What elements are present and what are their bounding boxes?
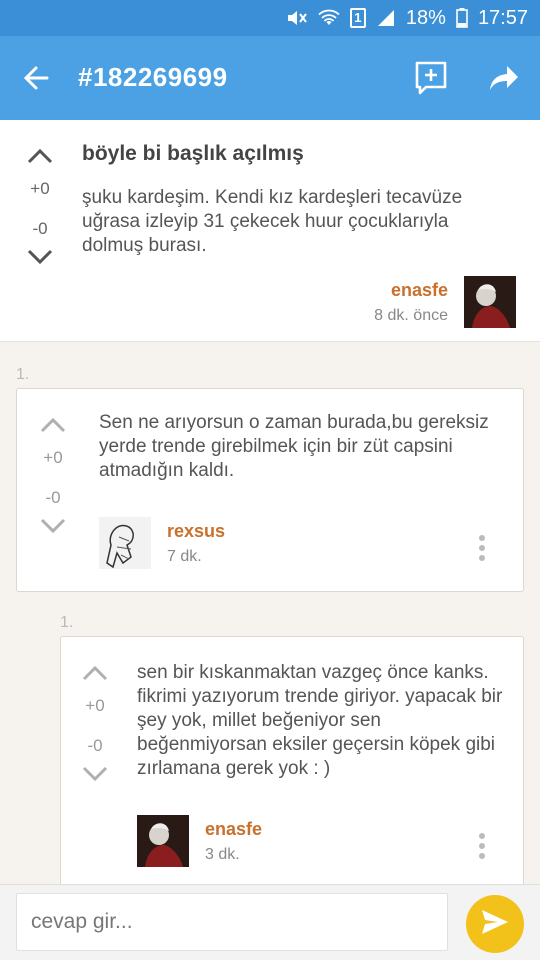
add-comment-icon[interactable] bbox=[414, 60, 448, 96]
battery-percent: 18% bbox=[405, 6, 446, 29]
upvote-count: +0 bbox=[85, 696, 105, 715]
author-link[interactable]: enasfe bbox=[374, 280, 448, 301]
more-vert-icon[interactable] bbox=[477, 833, 487, 863]
send-icon bbox=[480, 908, 510, 941]
downvote-count: -0 bbox=[87, 736, 103, 755]
clock: 17:57 bbox=[477, 6, 528, 29]
post-author-block: enasfe 8 dk. önce bbox=[374, 280, 448, 325]
author-link[interactable]: enasfe bbox=[205, 819, 262, 840]
reply-text: sen bir kıskanmaktan vazgeç önce kanks. … bbox=[137, 662, 503, 779]
sim-icon: 1 bbox=[349, 8, 366, 28]
reply-input[interactable] bbox=[16, 893, 448, 951]
post-vote-column: +0 -0 bbox=[20, 148, 60, 270]
reply-index: 1. bbox=[16, 366, 30, 383]
chevron-up-icon[interactable] bbox=[33, 417, 73, 438]
signal-icon bbox=[376, 9, 396, 27]
avatar[interactable] bbox=[137, 815, 189, 867]
upvote-count: +0 bbox=[30, 179, 50, 198]
chevron-down-icon[interactable] bbox=[33, 518, 73, 539]
mute-icon bbox=[286, 9, 308, 27]
send-button[interactable] bbox=[466, 895, 524, 953]
main-post: +0 -0 böyle bi başlık açılmış şuku karde… bbox=[0, 120, 540, 342]
downvote-count: -0 bbox=[45, 488, 61, 507]
avatar[interactable] bbox=[464, 276, 516, 328]
downvote-count: -0 bbox=[32, 219, 48, 238]
upvote-count: +0 bbox=[43, 448, 63, 467]
wifi-icon bbox=[318, 9, 340, 27]
chevron-up-icon[interactable] bbox=[20, 148, 60, 169]
post-title: böyle bi başlık açılmış bbox=[82, 142, 304, 165]
status-bar: 1 18% 17:57 bbox=[0, 0, 540, 36]
post-body: şuku kardeşim. Kendi kız kardeşleri teca… bbox=[82, 187, 463, 256]
chevron-up-icon[interactable] bbox=[75, 665, 115, 686]
reply-vote-column: +0 -0 bbox=[75, 665, 115, 787]
timestamp: 8 dk. önce bbox=[374, 307, 448, 324]
timestamp: 3 dk. bbox=[205, 846, 240, 863]
reply-author-block: rexsus 7 dk. bbox=[167, 521, 225, 566]
reply-author-block: enasfe 3 dk. bbox=[205, 819, 262, 864]
more-vert-icon[interactable] bbox=[477, 535, 487, 565]
share-icon[interactable] bbox=[488, 62, 520, 94]
compose-bar bbox=[0, 884, 540, 960]
reply-card: +0 -0 sen bir kıskanmaktan vazgeç önce k… bbox=[60, 636, 524, 898]
reply-index: 1. bbox=[60, 614, 74, 631]
timestamp: 7 dk. bbox=[167, 548, 202, 565]
battery-icon bbox=[456, 8, 468, 28]
app-bar: #182269699 bbox=[0, 36, 540, 120]
page-title: #182269699 bbox=[78, 62, 228, 92]
back-arrow-icon[interactable] bbox=[22, 64, 50, 92]
chevron-down-icon[interactable] bbox=[75, 766, 115, 787]
chevron-down-icon[interactable] bbox=[20, 249, 60, 270]
reply-vote-column: +0 -0 bbox=[33, 417, 73, 539]
reply-text: Sen ne arıyorsun o zaman burada,bu gerek… bbox=[99, 412, 489, 481]
reply-card: +0 -0 Sen ne arıyorsun o zaman burada,bu… bbox=[16, 388, 524, 592]
author-link[interactable]: rexsus bbox=[167, 521, 225, 542]
avatar[interactable] bbox=[99, 517, 151, 569]
